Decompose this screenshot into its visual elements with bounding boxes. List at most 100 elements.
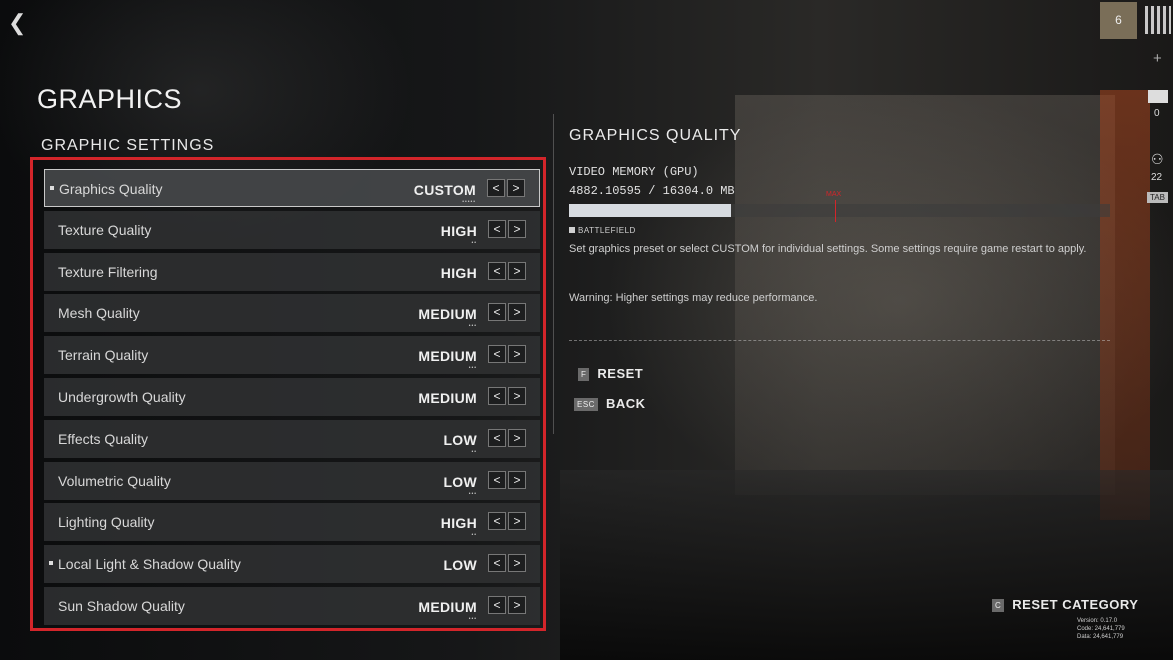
reset-category-button[interactable]: C RESET CATEGORY: [992, 597, 1139, 613]
setting-label: Sun Shadow Quality: [58, 598, 185, 614]
setting-level-dots: •••: [468, 323, 477, 330]
reset-key-badge: F: [578, 368, 590, 382]
chevron-left-icon[interactable]: <: [488, 303, 506, 322]
chevron-right-icon[interactable]: >: [508, 261, 526, 280]
chevron-right-icon[interactable]: >: [508, 554, 526, 573]
settings-list: Graphics Quality CUSTOM ••••• < > Texture Qua…: [30, 157, 546, 631]
section-title: GRAPHIC SETTINGS: [41, 137, 215, 154]
brand-label: BATTLEFIELD: [569, 226, 636, 235]
row-bullet-icon: [50, 186, 54, 190]
version-line: Version: 0.17.0: [1077, 618, 1118, 624]
setting-label: Undergrowth Quality: [58, 389, 186, 405]
setting-label: Graphics Quality: [59, 181, 163, 197]
page-title: GRAPHICS: [37, 84, 183, 114]
chevron-left-icon[interactable]: <: [488, 428, 506, 447]
chevron-right-icon[interactable]: >: [508, 303, 526, 322]
chevron-right-icon[interactable]: >: [508, 387, 526, 405]
mail-count: 0: [1154, 108, 1160, 119]
reset-category-key-badge: C: [992, 599, 1005, 613]
setting-label: Mesh Quality: [58, 305, 140, 322]
setting-row[interactable]: Volumetric Quality LOW ••• < >: [44, 461, 540, 500]
setting-level-dots: ••: [471, 239, 477, 246]
vram-bar-fill: [569, 204, 731, 217]
chevron-right-icon[interactable]: >: [508, 219, 526, 238]
data-line: Data: 24,641,779: [1077, 634, 1124, 640]
back-key-badge: ESC: [574, 398, 598, 412]
player-emblem-icon[interactable]: [1145, 6, 1171, 34]
chevron-right-icon[interactable]: >: [508, 345, 526, 364]
vram-bar: [569, 204, 1110, 217]
setting-row[interactable]: Lighting Quality HIGH •• < >: [44, 503, 540, 542]
chevron-left-icon[interactable]: <: [488, 470, 506, 489]
reset-category-label: RESET CATEGORY: [1012, 597, 1139, 612]
chevron-right-icon[interactable]: >: [508, 512, 526, 531]
setting-row[interactable]: Undergrowth Quality MEDIUM < >: [44, 378, 540, 416]
setting-row[interactable]: Graphics Quality CUSTOM ••••• < >: [44, 169, 540, 207]
row-bullet-icon: [49, 561, 53, 566]
plus-icon[interactable]: +: [1153, 50, 1162, 67]
setting-value: LOW: [443, 431, 477, 448]
setting-value: LOW: [443, 473, 477, 490]
chevron-right-icon[interactable]: >: [508, 470, 526, 489]
setting-value: MEDIUM: [418, 599, 477, 615]
setting-description: Set graphics preset or select CUSTOM for…: [569, 243, 1087, 255]
chevron-left-icon[interactable]: <: [488, 345, 506, 364]
setting-warning: Warning: Higher settings may reduce perf…: [569, 292, 818, 304]
brand-text: BATTLEFIELD: [578, 226, 636, 235]
setting-value: HIGH: [440, 222, 477, 239]
reset-button[interactable]: F RESET: [578, 366, 644, 382]
setting-label: Texture Quality: [58, 221, 152, 238]
vram-max-marker: [835, 200, 836, 222]
rank-badge[interactable]: 6: [1100, 2, 1137, 39]
info-panel: GRAPHICS QUALITY VIDEO MEMORY (GPU) 4882…: [553, 114, 1114, 434]
version-info: Version: 0.17.0 Code: 24,641,779 Data: 2…: [1077, 617, 1125, 641]
setting-row[interactable]: Terrain Quality MEDIUM ••• < >: [44, 336, 540, 375]
setting-value: CUSTOM: [413, 182, 476, 198]
brand-icon: [569, 227, 575, 233]
setting-level-dots: ••: [471, 448, 477, 455]
chevron-left-icon[interactable]: <: [488, 387, 506, 405]
chevron-left-icon[interactable]: <: [488, 261, 506, 280]
divider: [569, 340, 1110, 341]
reset-label: RESET: [597, 366, 644, 381]
setting-label: Lighting Quality: [58, 514, 155, 531]
setting-row[interactable]: Texture Quality HIGH •• < >: [44, 210, 540, 249]
chevron-left-icon[interactable]: <: [487, 179, 505, 197]
vram-label: VIDEO MEMORY (GPU): [569, 165, 699, 179]
vram-value: 4882.10595 / 16304.0 MB: [569, 184, 735, 198]
setting-value: LOW: [443, 557, 477, 574]
setting-label: Texture Filtering: [58, 263, 158, 280]
back-button[interactable]: ESC BACK: [574, 396, 646, 412]
back-icon[interactable]: ❮: [8, 10, 26, 36]
setting-label: Terrain Quality: [58, 347, 149, 364]
setting-row[interactable]: Sun Shadow Quality MEDIUM ••• < >: [44, 587, 540, 625]
mail-icon[interactable]: [1148, 90, 1168, 103]
setting-label: Volumetric Quality: [58, 472, 171, 489]
setting-row[interactable]: Effects Quality LOW •• < >: [44, 419, 540, 458]
friends-count: 22: [1151, 172, 1163, 183]
setting-value: MEDIUM: [418, 306, 477, 323]
setting-level-dots: •••: [468, 365, 477, 372]
setting-level-dots: •••••: [462, 199, 476, 205]
setting-level-dots: •••: [468, 490, 477, 497]
setting-row[interactable]: Local Light & Shadow Quality LOW < >: [44, 545, 540, 584]
chevron-right-icon[interactable]: >: [507, 179, 525, 197]
friends-icon[interactable]: ⚇: [1151, 151, 1164, 168]
setting-row[interactable]: Mesh Quality MEDIUM ••• < >: [44, 294, 540, 333]
chevron-right-icon[interactable]: >: [508, 596, 526, 614]
setting-row[interactable]: Texture Filtering HIGH < >: [44, 252, 540, 291]
chevron-right-icon[interactable]: >: [508, 428, 526, 447]
chevron-left-icon[interactable]: <: [488, 219, 506, 238]
tab-key-badge: TAB: [1147, 192, 1168, 203]
info-title: GRAPHICS QUALITY: [569, 127, 742, 144]
setting-level-dots: •••: [468, 616, 477, 622]
setting-value: MEDIUM: [418, 390, 477, 406]
setting-value: MEDIUM: [418, 348, 477, 365]
setting-value: HIGH: [440, 264, 477, 281]
chevron-left-icon[interactable]: <: [488, 554, 506, 573]
code-line: Code: 24,641,779: [1077, 626, 1125, 632]
chevron-left-icon[interactable]: <: [488, 512, 506, 531]
setting-value: HIGH: [440, 515, 477, 532]
setting-label: Effects Quality: [58, 430, 149, 447]
chevron-left-icon[interactable]: <: [488, 596, 506, 614]
